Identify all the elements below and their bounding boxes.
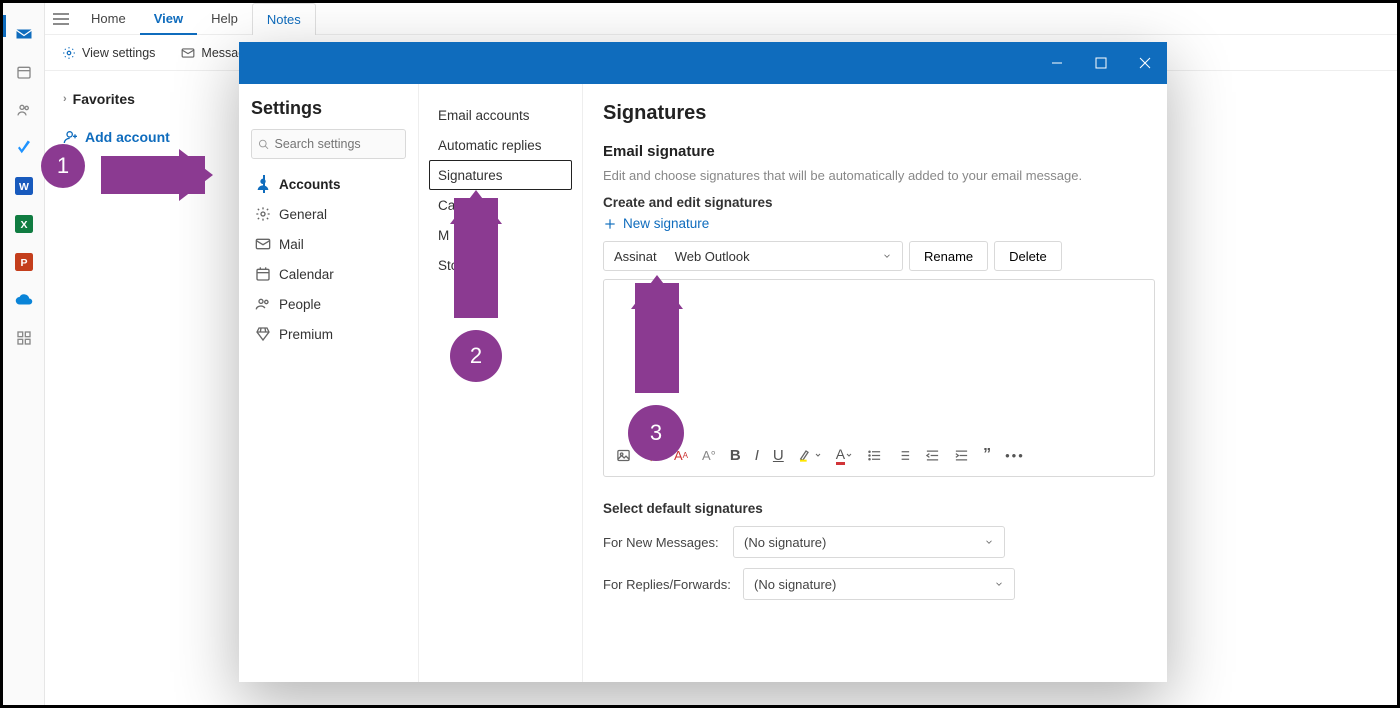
email-signature-heading: Email signature — [603, 143, 1147, 160]
onedrive-app-icon[interactable] — [13, 289, 35, 311]
delete-button[interactable]: Delete — [994, 241, 1062, 271]
signature-editor[interactable]: AA A° B I U A ” ••• — [603, 279, 1155, 477]
dialog-titlebar — [239, 42, 1167, 84]
for-reply-select[interactable]: (No signature) — [743, 568, 1015, 600]
tab-help[interactable]: Help — [197, 3, 252, 35]
font-size-icon[interactable]: A° — [702, 448, 716, 463]
numbered-list-icon[interactable] — [896, 448, 911, 463]
tab-view[interactable]: View — [140, 3, 197, 35]
chevron-down-icon — [882, 251, 892, 261]
tab-notes[interactable]: Notes — [252, 3, 316, 35]
cat-mail[interactable]: Mail — [251, 229, 406, 259]
more-format-icon[interactable]: ••• — [1005, 448, 1025, 463]
new-signature-link[interactable]: New signature — [603, 216, 1147, 231]
annotation-badge-3: 3 — [628, 405, 684, 461]
underline-icon[interactable]: U — [773, 447, 784, 464]
sub-storage[interactable]: Sto — [429, 250, 572, 280]
cat-people[interactable]: People — [251, 289, 406, 319]
settings-dialog: Settings Accounts General Mail Calendar … — [239, 42, 1167, 682]
search-input[interactable] — [274, 137, 399, 151]
page-title: Signatures — [603, 102, 1147, 125]
view-settings-label: View settings — [82, 46, 155, 60]
cat-calendar-label: Calendar — [279, 267, 334, 282]
bold-icon[interactable]: B — [730, 447, 741, 464]
font-color-icon[interactable]: A — [836, 446, 853, 465]
cat-people-label: People — [279, 297, 321, 312]
word-app-icon[interactable]: W — [13, 175, 35, 197]
favorites-label: Favorites — [73, 91, 135, 107]
search-settings[interactable] — [251, 129, 406, 159]
annotation-badge-1: 1 — [41, 144, 85, 188]
italic-icon[interactable]: I — [755, 447, 759, 464]
quote-icon[interactable]: ” — [983, 446, 991, 464]
cat-accounts[interactable]: Accounts — [251, 169, 406, 199]
minimize-button[interactable] — [1035, 42, 1079, 84]
signature-desc: Edit and choose signatures that will be … — [603, 168, 1147, 183]
powerpoint-app-icon[interactable]: P — [13, 251, 35, 273]
chevron-down-icon — [984, 537, 994, 547]
sub-mobile[interactable]: M — [429, 220, 572, 250]
people-app-icon[interactable] — [13, 99, 35, 121]
close-button[interactable] — [1123, 42, 1167, 84]
todo-app-icon[interactable] — [13, 137, 35, 159]
excel-app-icon[interactable]: X — [13, 213, 35, 235]
settings-title: Settings — [251, 98, 406, 119]
cat-general-label: General — [279, 207, 327, 222]
cat-calendar[interactable]: Calendar — [251, 259, 406, 289]
for-reply-label: For Replies/Forwards: — [603, 577, 733, 592]
cat-mail-label: Mail — [279, 237, 304, 252]
for-new-label: For New Messages: — [603, 535, 723, 550]
for-reply-value: (No signature) — [754, 577, 836, 592]
create-edit-label: Create and edit signatures — [603, 195, 1147, 210]
annotation-arrow-2 — [454, 198, 498, 318]
sub-email-accounts[interactable]: Email accounts — [429, 100, 572, 130]
bullet-list-icon[interactable] — [867, 448, 882, 463]
settings-categories: Settings Accounts General Mail Calendar … — [239, 84, 419, 682]
view-settings-button[interactable]: View settings — [53, 40, 164, 66]
calendar-app-icon[interactable] — [13, 61, 35, 83]
tab-home[interactable]: Home — [77, 3, 140, 35]
maximize-button[interactable] — [1079, 42, 1123, 84]
more-apps-icon[interactable] — [13, 327, 35, 349]
add-account-link[interactable]: Add account — [45, 123, 265, 151]
annotation-arrow-3 — [635, 283, 679, 393]
highlight-icon[interactable] — [798, 447, 822, 463]
svg-text:W: W — [19, 181, 29, 193]
cat-general[interactable]: General — [251, 199, 406, 229]
rail-active-indicator — [3, 15, 6, 37]
editor-toolbar: AA A° B I U A ” ••• — [610, 440, 1148, 470]
sub-automatic-replies[interactable]: Automatic replies — [429, 130, 572, 160]
main-tabs: Home View Help Notes — [45, 3, 1397, 35]
cat-premium[interactable]: Premium — [251, 319, 406, 349]
favorites-section[interactable]: › Favorites — [45, 85, 265, 113]
for-new-value: (No signature) — [744, 535, 826, 550]
default-signatures-heading: Select default signatures — [603, 501, 1147, 516]
annotation-arrow-1 — [101, 156, 205, 194]
hamburger-icon[interactable] — [45, 3, 77, 35]
app-rail: W X P — [3, 3, 45, 705]
rename-button[interactable]: Rename — [909, 241, 988, 271]
insert-image-icon[interactable] — [616, 448, 631, 463]
svg-text:P: P — [20, 257, 27, 269]
cat-accounts-label: Accounts — [279, 177, 341, 192]
annotation-badge-2: 2 — [450, 330, 502, 382]
indent-icon[interactable] — [954, 448, 969, 463]
new-signature-label: New signature — [623, 216, 709, 231]
chevron-right-icon: › — [63, 93, 67, 105]
outdent-icon[interactable] — [925, 448, 940, 463]
cat-premium-label: Premium — [279, 327, 333, 342]
svg-text:X: X — [20, 219, 27, 231]
add-account-label: Add account — [85, 129, 170, 145]
mail-app-icon[interactable] — [13, 23, 35, 45]
for-new-select[interactable]: (No signature) — [733, 526, 1005, 558]
chevron-down-icon — [994, 579, 1004, 589]
